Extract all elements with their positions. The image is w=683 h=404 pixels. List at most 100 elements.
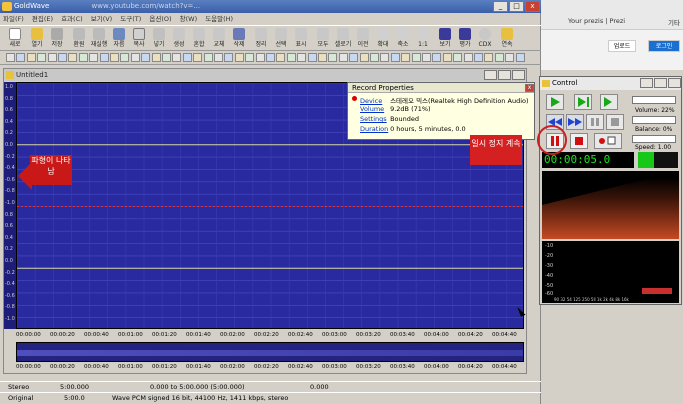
overview-waveform[interactable] — [16, 342, 524, 362]
effect-tool-icon[interactable] — [463, 53, 473, 62]
effect-tool-icon[interactable] — [380, 53, 390, 62]
play-button[interactable] — [546, 94, 564, 110]
effect-tool-icon[interactable] — [47, 53, 57, 62]
menu-view[interactable]: 보기(V) — [88, 13, 115, 25]
new-button[interactable]: 새로 — [6, 28, 24, 50]
trim-button[interactable]: 자름 — [110, 28, 128, 50]
fast-forward-button[interactable] — [566, 114, 584, 130]
effect-tool-icon[interactable] — [338, 53, 348, 62]
mix-button[interactable]: 혼합 — [190, 28, 208, 50]
effect-tool-icon[interactable] — [484, 53, 494, 62]
device-link[interactable]: Device — [360, 97, 388, 105]
menu-tools[interactable]: 도구(T) — [117, 13, 144, 25]
control-maximize-button[interactable] — [654, 78, 667, 88]
effect-tool-icon[interactable] — [307, 53, 317, 62]
menu-help[interactable]: 도움말(H) — [202, 13, 236, 25]
effect-tool-icon[interactable] — [193, 53, 203, 62]
effect-tool-icon[interactable] — [474, 53, 483, 62]
zoom-out-button[interactable]: 축소 — [394, 28, 412, 50]
effect-tool-icon[interactable] — [349, 53, 359, 62]
effect-tool-icon[interactable] — [234, 53, 244, 62]
replace-button[interactable]: 교체 — [210, 28, 228, 50]
evaluate-button[interactable]: 평가 — [456, 28, 474, 50]
effect-tool-icon[interactable] — [130, 53, 140, 62]
speed-slider[interactable] — [632, 135, 676, 143]
effect-tool-icon[interactable] — [89, 53, 99, 62]
effect-tool-icon[interactable] — [37, 53, 47, 62]
zoom-1to1-button[interactable]: 1:1 — [414, 28, 432, 50]
set-button[interactable]: 셀로기 — [334, 28, 352, 50]
effect-tool-icon[interactable] — [453, 53, 463, 62]
record-options-button[interactable] — [594, 133, 622, 149]
effect-tool-icon[interactable] — [401, 53, 411, 62]
effect-tool-icon[interactable] — [505, 53, 515, 62]
save-button[interactable]: 저장 — [48, 28, 66, 50]
new-paste-button[interactable]: 생성 — [170, 28, 188, 50]
pause-playback-button[interactable] — [586, 114, 604, 130]
settings-link[interactable]: Settings — [360, 115, 388, 123]
effect-tool-icon[interactable] — [151, 53, 161, 62]
show-button[interactable]: 표시 — [292, 28, 310, 50]
bookmark-prezi[interactable]: Your prezis | Prezi — [568, 17, 625, 25]
effect-tool-icon[interactable] — [58, 53, 67, 62]
effect-tool-icon[interactable] — [422, 53, 431, 62]
effect-tool-icon[interactable] — [318, 53, 327, 62]
effect-tool-icon[interactable] — [494, 53, 504, 62]
record-stop-button[interactable] — [570, 133, 588, 149]
previous-button[interactable]: 이전 — [354, 28, 372, 50]
select-button[interactable]: 선택 — [272, 28, 290, 50]
effect-tool-icon[interactable] — [297, 53, 307, 62]
effect-tool-icon[interactable] — [255, 53, 265, 62]
control-minimize-button[interactable] — [640, 78, 653, 88]
doc-maximize-button[interactable] — [498, 70, 511, 80]
effect-tool-icon[interactable] — [78, 53, 88, 62]
volume-link[interactable]: Volume — [360, 105, 388, 113]
continuous-button[interactable]: 연속 — [498, 28, 516, 50]
stop-playback-button[interactable] — [606, 114, 624, 130]
record-close-button[interactable]: x — [525, 84, 534, 92]
menu-effects[interactable]: 효과(C) — [58, 13, 86, 25]
effect-tool-icon[interactable] — [411, 53, 421, 62]
effect-tool-icon[interactable] — [224, 53, 234, 62]
undo-button[interactable]: 환원 — [70, 28, 88, 50]
open-button[interactable]: 열기 — [28, 28, 46, 50]
view-button[interactable]: 보기 — [436, 28, 454, 50]
minimize-button[interactable]: _ — [493, 1, 508, 12]
effect-tool-icon[interactable] — [99, 53, 109, 62]
balance-slider[interactable] — [632, 116, 676, 124]
copy-button[interactable]: 복사 — [130, 28, 148, 50]
effect-tool-icon[interactable] — [26, 53, 36, 62]
effect-tool-icon[interactable] — [442, 53, 452, 62]
effect-tool-icon[interactable] — [245, 53, 255, 62]
effect-tool-icon[interactable] — [120, 53, 130, 62]
redo-button[interactable]: 재실행 — [90, 28, 108, 50]
volume-slider[interactable] — [632, 96, 676, 104]
paste-button[interactable]: 넣기 — [150, 28, 168, 50]
trim-cleanup-button[interactable]: 정리 — [252, 28, 270, 50]
play-selection-button[interactable] — [574, 94, 592, 110]
close-button[interactable]: x — [525, 1, 540, 12]
login-button[interactable]: 로그인 — [648, 40, 680, 52]
doc-close-button[interactable] — [512, 70, 525, 80]
play-options-button[interactable] — [600, 94, 618, 110]
maximize-button[interactable]: □ — [509, 1, 524, 12]
effect-tool-icon[interactable] — [214, 53, 223, 62]
all-button[interactable]: 모두 — [314, 28, 332, 50]
delete-button[interactable]: 삭제 — [230, 28, 248, 50]
effect-tool-icon[interactable] — [16, 53, 26, 62]
effect-tool-icon[interactable] — [286, 53, 296, 62]
effect-tool-icon[interactable] — [432, 53, 442, 62]
effect-tool-icon[interactable] — [266, 53, 275, 62]
upload-button[interactable]: 업로드 — [608, 40, 636, 52]
effect-tool-icon[interactable] — [276, 53, 286, 62]
menu-window[interactable]: 창(W) — [177, 13, 200, 25]
effect-tool-icon[interactable] — [110, 53, 119, 62]
zoom-in-button[interactable]: 확대 — [374, 28, 392, 50]
effect-tool-icon[interactable] — [68, 53, 78, 62]
menu-options[interactable]: 옵션(O) — [146, 13, 174, 25]
menu-edit[interactable]: 편집(E) — [29, 13, 56, 25]
effect-tool-icon[interactable] — [172, 53, 182, 62]
duration-link[interactable]: Duration — [360, 125, 388, 133]
effect-tool-icon[interactable] — [182, 53, 192, 62]
effect-tool-icon[interactable] — [359, 53, 369, 62]
